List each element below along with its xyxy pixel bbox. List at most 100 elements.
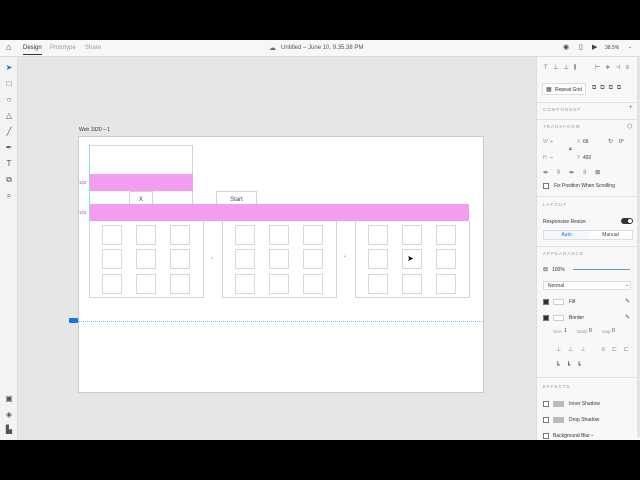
stroke-position-icons[interactable]: ⊥⊥⊥ ≡⊏⊏ [556, 346, 636, 353]
grid-cell[interactable] [136, 225, 156, 245]
eyedropper-icon[interactable]: ✎ [625, 298, 630, 305]
select-tool-icon[interactable]: ➤ [4, 63, 14, 73]
zoom-tool-icon[interactable]: ⌕ [4, 191, 14, 201]
grid-cell[interactable] [235, 249, 255, 269]
y-field[interactable]: 492 [583, 155, 591, 161]
stroke-join-icons[interactable]: ┗┗┗ [556, 362, 588, 369]
grid-cell[interactable] [170, 274, 190, 294]
grid-cell[interactable] [436, 274, 456, 294]
dash-label: Dash [577, 329, 588, 334]
grid-cell[interactable] [235, 225, 255, 245]
align-icons[interactable]: ⊤⊥⊥⫼ [543, 64, 581, 72]
top-toolbar: ⌂ Design Prototype Share ☁ Untitled – Ju… [0, 40, 640, 57]
grid-cell[interactable] [368, 225, 388, 245]
auto-option[interactable]: Auto [544, 231, 589, 239]
grid-cell[interactable] [436, 225, 456, 245]
repeat-grid-button[interactable]: ▦ Repeat Grid [542, 83, 586, 95]
fix-position-checkbox[interactable] [543, 183, 549, 189]
background-blur-checkbox[interactable] [543, 433, 549, 439]
gap-field[interactable]: 0 [612, 328, 615, 334]
grid-cell[interactable] [102, 249, 122, 269]
blend-mode-select[interactable]: Normal ⌄ [543, 281, 631, 290]
grid-cell[interactable] [102, 225, 122, 245]
grid-cell[interactable] [136, 249, 156, 269]
flip-icons[interactable]: ⇹⇳⇹⇳⊠ [543, 169, 608, 176]
opacity-slider[interactable] [573, 269, 630, 270]
distribute-icons[interactable]: ⊢≑⊣≡ [595, 64, 634, 71]
line-tool-icon[interactable]: ╱ [4, 127, 14, 137]
polygon-tool-icon[interactable]: △ [4, 111, 14, 121]
background-blur-select[interactable]: Background Blur [553, 433, 590, 439]
user-icon[interactable]: ◉ [563, 43, 569, 51]
text-tool-icon[interactable]: T [4, 159, 14, 169]
blend-mode-value: Normal [548, 283, 565, 289]
effects-heading: EFFECTS [543, 384, 571, 389]
eyedropper-icon[interactable]: ✎ [625, 314, 630, 321]
component-heading: COMPONENT [543, 107, 582, 112]
grid-cell[interactable] [136, 274, 156, 294]
tab-prototype[interactable]: Prototype [50, 45, 76, 51]
grid-icon: ▦ [546, 87, 552, 93]
pen-tool-icon[interactable]: ✒ [4, 143, 14, 153]
3d-transform-icon[interactable]: ⬡ [627, 123, 632, 130]
drop-shadow-swatch [553, 417, 564, 423]
border-swatch[interactable] [553, 315, 564, 321]
guide-handle[interactable] [69, 318, 78, 323]
grid-cell[interactable] [269, 225, 289, 245]
fold-guide [78, 321, 484, 322]
manual-option[interactable]: Manual [589, 231, 632, 239]
zoom-level[interactable]: 38.5% [605, 45, 619, 51]
rotation-field[interactable]: 0° [619, 139, 624, 145]
layers-icon[interactable]: ◈ [4, 410, 14, 420]
border-checkbox[interactable] [543, 315, 549, 321]
grid-cell[interactable] [402, 225, 422, 245]
dash-field[interactable]: 0 [589, 328, 592, 334]
responsive-resize-toggle[interactable] [621, 218, 633, 224]
rectangle-tool-icon[interactable]: □ [4, 79, 14, 89]
width-field[interactable]: – [550, 139, 553, 145]
grid-cell[interactable] [269, 249, 289, 269]
grid-cell[interactable] [170, 249, 190, 269]
assets-icon[interactable]: ▣ [4, 394, 14, 404]
size-label: Size [553, 329, 562, 334]
grid-cell[interactable] [303, 249, 323, 269]
fill-swatch[interactable] [553, 299, 564, 305]
lock-aspect-icon[interactable]: 🔒︎ [569, 146, 572, 152]
grid-cell[interactable] [303, 274, 323, 294]
grid-cell[interactable] [368, 249, 388, 269]
size-field[interactable]: 1 [564, 328, 567, 334]
grid-cell[interactable] [269, 274, 289, 294]
boolean-ops-icons[interactable]: ⧉⧉⧉⧉ [592, 85, 625, 92]
inner-shadow-checkbox[interactable] [543, 401, 549, 407]
document-title[interactable]: Untitled – June 10, 9.35.38 PM [281, 45, 363, 51]
y-label: Y [577, 155, 581, 161]
grid-cell[interactable] [436, 249, 456, 269]
tab-share[interactable]: Share [85, 45, 101, 51]
padding-highlight [89, 174, 193, 191]
x-field[interactable]: 66 [583, 139, 589, 145]
artboard-tool-icon[interactable]: ⧉ [4, 175, 14, 185]
height-label: H [543, 155, 547, 161]
grid-cell[interactable] [402, 274, 422, 294]
inner-shadow-swatch [553, 401, 564, 407]
grid-cell[interactable] [102, 274, 122, 294]
chevron-down-icon[interactable]: ⌄ [628, 44, 632, 50]
property-inspector: ⊤⊥⊥⫼ ⊢≑⊣≡ ▦ Repeat Grid ⧉⧉⧉⧉ COMPONENT +… [536, 57, 640, 440]
grid-cell[interactable] [235, 274, 255, 294]
tab-design[interactable]: Design [23, 45, 42, 55]
height-field[interactable]: – [550, 155, 553, 161]
drop-shadow-label: Drop Shadow [569, 417, 600, 423]
home-icon[interactable]: ⌂ [6, 42, 11, 52]
play-icon[interactable]: ▶ [592, 43, 597, 51]
add-icon[interactable]: + [629, 105, 633, 111]
drop-shadow-checkbox[interactable] [543, 417, 549, 423]
artboard-label[interactable]: Web 1920 – 1 [79, 127, 110, 133]
opacity-field[interactable]: 100% [552, 267, 565, 273]
grid-cell[interactable] [368, 274, 388, 294]
mobile-preview-icon[interactable]: ▯ [579, 43, 583, 51]
plugins-icon[interactable]: ▙ [4, 425, 14, 435]
grid-cell[interactable] [303, 225, 323, 245]
fill-checkbox[interactable] [543, 299, 549, 305]
ellipse-tool-icon[interactable]: ○ [4, 95, 14, 105]
grid-cell[interactable] [170, 225, 190, 245]
